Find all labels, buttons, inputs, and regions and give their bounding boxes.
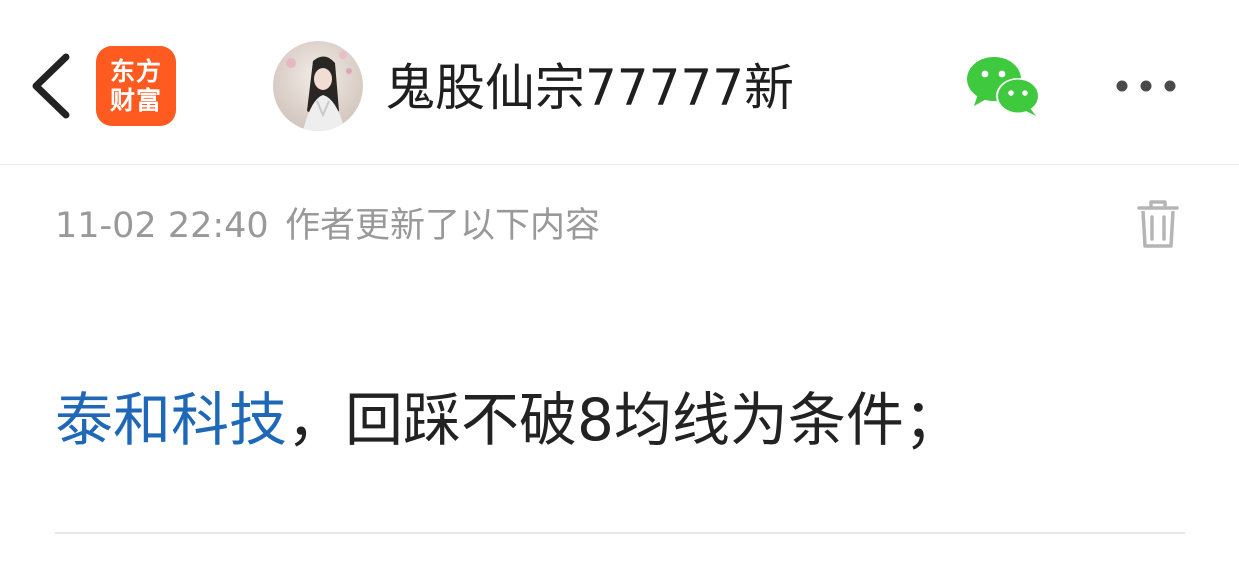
delete-button[interactable] [1130, 196, 1186, 252]
post-content: 泰和科技，回踩不破8均线为条件； [55, 380, 1185, 460]
update-meta: 11-02 22:40 作者更新了以下内容 [55, 198, 1185, 254]
top-bar: 东方 财富 鬼股仙宗77777新 [0, 0, 1239, 165]
wechat-icon [967, 57, 1040, 116]
more-button[interactable] [1110, 70, 1182, 102]
update-label: 作者更新了以下内容 [285, 206, 601, 246]
post-text: ，回踩不破8均线为条件； [287, 386, 962, 454]
more-horizontal-icon [1116, 80, 1176, 92]
avatar[interactable] [273, 41, 363, 131]
app-logo-line2: 财富 [109, 86, 162, 115]
chevron-left-icon [32, 53, 70, 119]
app-logo-line1: 东方 [109, 57, 162, 86]
back-button[interactable] [22, 50, 78, 122]
avatar-image [273, 41, 363, 131]
author-name[interactable]: 鬼股仙宗77777新 [385, 52, 794, 124]
divider [55, 532, 1185, 534]
app-logo[interactable]: 东方 财富 [96, 46, 176, 126]
trash-icon [1137, 200, 1179, 248]
update-timestamp: 11-02 22:40 [55, 206, 269, 246]
wechat-share-button[interactable] [964, 54, 1044, 118]
stock-link[interactable]: 泰和科技 [55, 386, 287, 454]
